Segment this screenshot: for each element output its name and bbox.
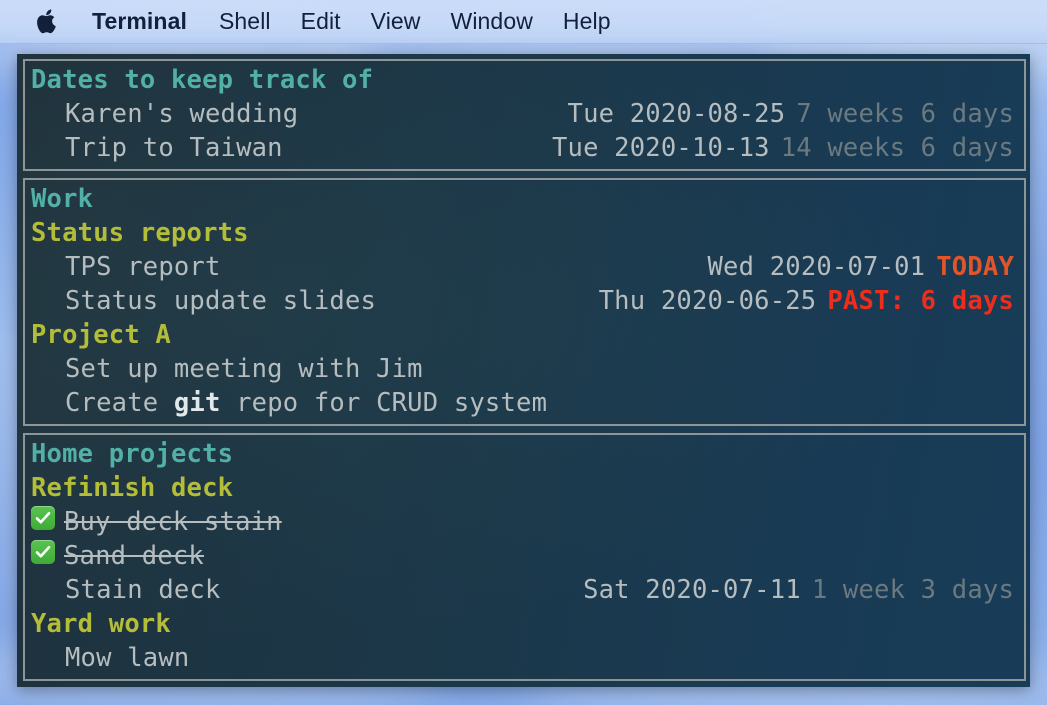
status-badge-past: PAST: 6 days <box>827 286 1014 316</box>
task-date: Tue 2020-08-25 <box>567 99 786 129</box>
checkbox-checked-icon[interactable] <box>31 506 55 530</box>
section-header: Dates to keep track of <box>31 65 374 95</box>
apple-logo-icon[interactable] <box>36 9 58 35</box>
menu-item-edit[interactable]: Edit <box>301 8 341 35</box>
task-label-emphasis: git <box>173 388 221 418</box>
task-label: Karen's wedding <box>65 99 299 129</box>
task-row: Mow lawn <box>31 641 1018 675</box>
group-header: Refinish deck <box>31 473 234 503</box>
group-header: Status reports <box>31 218 249 248</box>
group-header: Yard work <box>31 609 171 639</box>
task-label: Status update slides <box>65 286 377 316</box>
task-row: Status update slides Thu 2020-06-25 PAST: … <box>31 284 1018 318</box>
menu-item-view[interactable]: View <box>371 8 421 35</box>
task-label: Buy deck stain <box>64 507 282 537</box>
menu-item-help[interactable]: Help <box>563 8 611 35</box>
task-relative-time: 14 weeks 6 days <box>780 133 1014 163</box>
task-label: Mow lawn <box>65 643 190 673</box>
task-relative-time: 7 weeks 6 days <box>796 99 1014 129</box>
task-label: Create git repo for CRUD system <box>31 386 547 420</box>
task-label: Set up meeting with Jim <box>65 354 423 384</box>
task-row: Sand deck <box>31 539 1018 573</box>
task-panel: Work Status reports TPS report Wed 2020-07-… <box>23 178 1026 426</box>
task-date: Sat 2020-07-11 <box>583 575 801 605</box>
task-row: Karen's wedding Tue 2020-08-25 7 weeks 6 d… <box>31 97 1018 131</box>
menu-item-terminal[interactable]: Terminal <box>92 8 187 35</box>
task-label-post: repo for CRUD system <box>220 388 548 418</box>
task-row: TPS report Wed 2020-07-01 TODAY <box>31 250 1018 284</box>
section-header: Work <box>31 184 94 214</box>
task-relative-time: 1 week 3 days <box>811 575 1014 605</box>
task-date: Wed 2020-07-01 <box>707 252 926 282</box>
menu-bar: Terminal Shell Edit View Window Help <box>0 0 1047 44</box>
task-panel: Dates to keep track of Karen's wedding Tue… <box>23 59 1026 171</box>
task-row: Stain deck Sat 2020-07-11 1 week 3 days <box>31 573 1018 607</box>
task-label: Trip to Taiwan <box>65 133 283 163</box>
task-date: Thu 2020-06-25 <box>598 286 817 316</box>
terminal-window[interactable]: Dates to keep track of Karen's wedding Tue… <box>17 54 1030 687</box>
group-header: Project A <box>31 320 171 350</box>
task-row: Set up meeting with Jim <box>31 352 1018 386</box>
status-badge-today: TODAY <box>936 252 1014 282</box>
task-label: Stain deck <box>65 575 221 605</box>
section-header: Home projects <box>31 439 234 469</box>
task-label: Sand deck <box>64 541 204 571</box>
menu-item-window[interactable]: Window <box>451 8 533 35</box>
menu-item-shell[interactable]: Shell <box>219 8 271 35</box>
task-row: Buy deck stain <box>31 505 1018 539</box>
task-label: TPS report <box>65 252 221 282</box>
task-row: Trip to Taiwan Tue 2020-10-13 14 weeks 6 d… <box>31 131 1018 165</box>
checkbox-checked-icon[interactable] <box>31 540 55 564</box>
task-label-pre: Create <box>65 388 174 418</box>
task-panel: Home projects Refinish deck Buy deck stain… <box>23 433 1026 681</box>
task-row: Create git repo for CRUD system <box>31 386 1018 420</box>
task-date: Tue 2020-10-13 <box>551 133 770 163</box>
